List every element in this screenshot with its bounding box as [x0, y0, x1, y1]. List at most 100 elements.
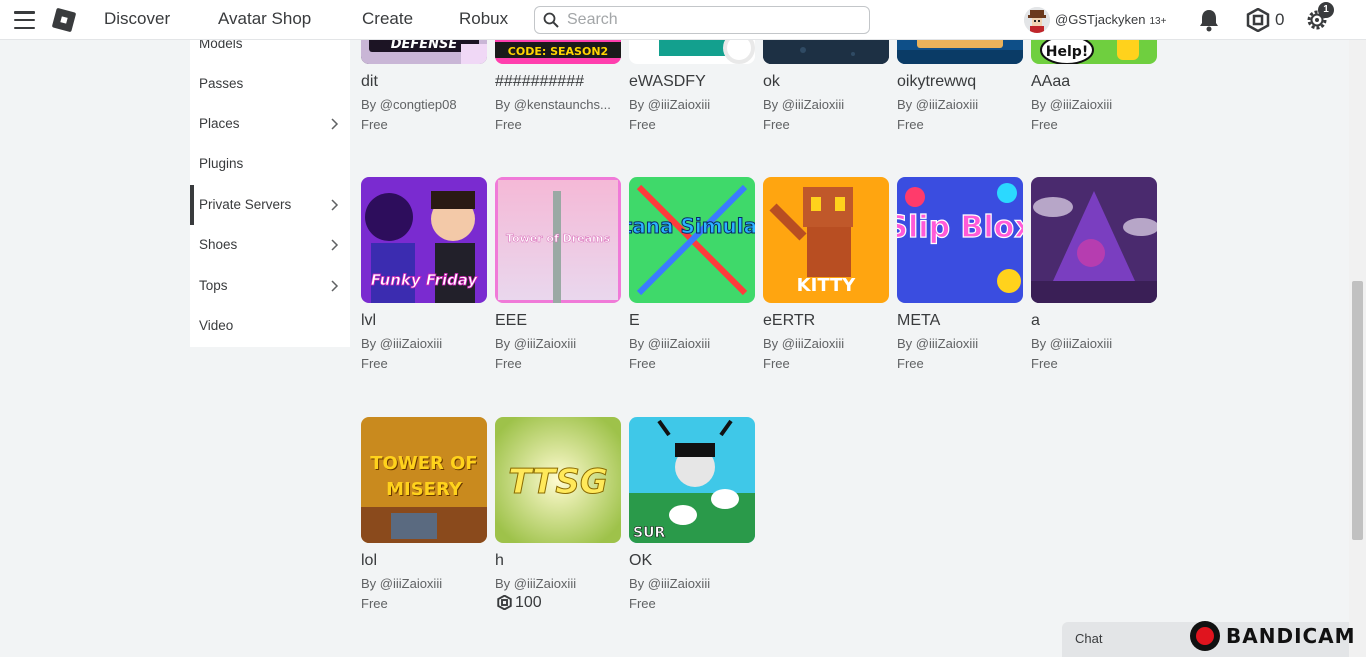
- thumb-text: KITTY: [797, 275, 857, 296]
- page-scrollbar-thumb[interactable]: [1352, 281, 1363, 540]
- item-creator[interactable]: By @congtiep08: [361, 97, 487, 112]
- item-thumbnail[interactable]: Funky Friday: [361, 177, 487, 303]
- chevron-right-icon: [331, 199, 339, 211]
- item-creator[interactable]: By @iiiZaioxiii: [1031, 336, 1157, 351]
- item-name[interactable]: ##########: [495, 73, 621, 91]
- sidebar-item-video[interactable]: Video: [190, 306, 350, 346]
- settings-notification-badge: 1: [1318, 2, 1334, 18]
- item-name[interactable]: E: [629, 312, 755, 330]
- item-creator[interactable]: By @iiiZaioxiii: [1031, 97, 1157, 112]
- sidebar-item-plugins[interactable]: Plugins: [190, 144, 350, 184]
- item-creator[interactable]: By @iiiZaioxiii: [495, 576, 621, 591]
- sidebar-item-private-servers[interactable]: Private Servers: [190, 185, 350, 225]
- robux-icon[interactable]: [1246, 8, 1270, 32]
- record-icon: [1190, 621, 1220, 651]
- robux-balance[interactable]: 0: [1275, 10, 1284, 30]
- roblox-logo-icon[interactable]: [51, 7, 77, 33]
- item-name[interactable]: lol: [361, 552, 487, 570]
- item-creator[interactable]: By @iiiZaioxiii: [897, 336, 1023, 351]
- item-price: Free: [495, 356, 522, 371]
- item-price: Free: [361, 356, 388, 371]
- item-card[interactable]: TOWER OF MISERY lol By @iiiZaioxiii Free: [361, 417, 487, 627]
- username-label[interactable]: @GSTjackyken 13+: [1055, 12, 1166, 27]
- item-card[interactable]: SUR OK By @iiiZaioxiii Free: [629, 417, 755, 627]
- sidebar-item-label: Passes: [199, 76, 244, 91]
- nav-avatar-shop[interactable]: Avatar Shop: [218, 9, 311, 29]
- item-card[interactable]: Tower of Dreams EEE By @iiiZaioxiii Free: [495, 177, 621, 387]
- nav-create[interactable]: Create: [362, 9, 413, 29]
- username-text: @GSTjackyken: [1055, 12, 1146, 27]
- item-name[interactable]: dit: [361, 73, 487, 91]
- search-input[interactable]: [567, 10, 857, 30]
- item-card[interactable]: Funky Friday lvl By @iiiZaioxiii Free: [361, 177, 487, 387]
- item-thumbnail[interactable]: SUR: [629, 417, 755, 543]
- item-thumbnail[interactable]: TOWER OF MISERY: [361, 417, 487, 543]
- item-creator[interactable]: By @iiiZaioxiii: [629, 336, 755, 351]
- thumb-text: Tower of Dreams: [506, 232, 611, 245]
- item-creator[interactable]: By @iiiZaioxiii: [495, 336, 621, 351]
- search-box[interactable]: [534, 6, 870, 34]
- sidebar-item-shoes[interactable]: Shoes: [190, 225, 350, 265]
- nav-robux[interactable]: Robux: [459, 9, 508, 29]
- item-name[interactable]: META: [897, 312, 1023, 330]
- item-creator[interactable]: By @iiiZaioxiii: [361, 576, 487, 591]
- item-creator[interactable]: By @iiiZaioxiii: [629, 97, 755, 112]
- item-creator[interactable]: By @iiiZaioxiii: [629, 576, 755, 591]
- item-price: Free: [763, 117, 790, 132]
- sidebar-item-label: Tops: [199, 278, 228, 293]
- item-price: Free: [763, 356, 790, 371]
- sidebar-item-passes[interactable]: Passes: [190, 64, 350, 104]
- item-price: Free: [897, 356, 924, 371]
- hamburger-menu-icon[interactable]: [14, 11, 35, 29]
- bandicam-watermark: BANDICAM: [1190, 620, 1355, 651]
- item-name[interactable]: ok: [763, 73, 889, 91]
- watermark-text: BANDICAM: [1226, 624, 1356, 648]
- avatar[interactable]: [1024, 7, 1050, 33]
- sidebar-item-label: Private Servers: [199, 197, 292, 212]
- item-thumbnail[interactable]: [1031, 177, 1157, 303]
- thumb-text: Katana Simulator: [629, 214, 755, 238]
- item-price: Free: [495, 117, 522, 132]
- item-name[interactable]: OK: [629, 552, 755, 570]
- age-badge: 13+: [1149, 16, 1167, 27]
- item-card[interactable]: a By @iiiZaioxiii Free: [1031, 177, 1157, 387]
- robux-price-icon: [497, 595, 512, 610]
- thumb-text: Slip Blox: [897, 210, 1023, 245]
- sidebar-item-places[interactable]: Places: [190, 104, 350, 144]
- notification-bell-icon[interactable]: [1198, 8, 1220, 32]
- item-creator[interactable]: By @iiiZaioxiii: [763, 97, 889, 112]
- chevron-right-icon: [331, 280, 339, 292]
- item-card[interactable]: Katana Simulator E By @iiiZaioxiii Free: [629, 177, 755, 387]
- sidebar-item-label: Video: [199, 318, 234, 333]
- item-card[interactable]: KITTY eERTR By @iiiZaioxiii Free: [763, 177, 889, 387]
- item-name[interactable]: EEE: [495, 312, 621, 330]
- thumb-text: Help!: [1046, 44, 1088, 60]
- thumb-text: TOWER OF MISERY: [370, 453, 478, 500]
- item-thumbnail[interactable]: Tower of Dreams: [495, 177, 621, 303]
- item-creator[interactable]: By @kenstaunchs...: [495, 97, 621, 112]
- item-thumbnail[interactable]: TTSG: [495, 417, 621, 543]
- chevron-right-icon: [331, 118, 339, 130]
- item-thumbnail[interactable]: Katana Simulator: [629, 177, 755, 303]
- item-price: 100: [515, 594, 542, 611]
- item-creator[interactable]: By @iiiZaioxiii: [897, 97, 1023, 112]
- item-card[interactable]: TTSG h By @iiiZaioxiii 100: [495, 417, 621, 627]
- item-name[interactable]: a: [1031, 312, 1157, 330]
- sidebar-item-label: Places: [199, 116, 240, 131]
- top-navigation-bar: Discover Avatar Shop Create Robux @GSTja…: [0, 0, 1366, 40]
- sidebar-item-tops[interactable]: Tops: [190, 266, 350, 306]
- item-name[interactable]: eERTR: [763, 312, 889, 330]
- item-thumbnail[interactable]: Slip Blox: [897, 177, 1023, 303]
- nav-discover[interactable]: Discover: [104, 9, 170, 29]
- item-creator[interactable]: By @iiiZaioxiii: [763, 336, 889, 351]
- item-creator[interactable]: By @iiiZaioxiii: [361, 336, 487, 351]
- item-card[interactable]: Slip Blox META By @iiiZaioxiii Free: [897, 177, 1023, 387]
- item-thumbnail[interactable]: KITTY: [763, 177, 889, 303]
- item-name[interactable]: h: [495, 552, 621, 570]
- item-name[interactable]: AAaa: [1031, 73, 1157, 91]
- item-price: Free: [897, 117, 924, 132]
- item-name[interactable]: oikytrewwq: [897, 73, 1023, 91]
- item-name[interactable]: lvl: [361, 312, 487, 330]
- item-name[interactable]: eWASDFY: [629, 73, 755, 91]
- thumb-text: SUR: [633, 525, 665, 541]
